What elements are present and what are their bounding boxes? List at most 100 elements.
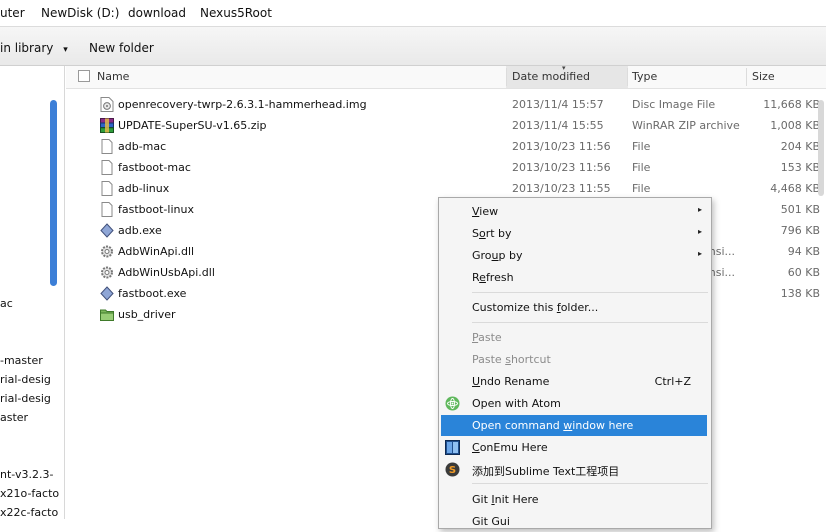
include-in-library-label: in library bbox=[0, 41, 54, 55]
file-name: openrecovery-twrp-2.6.3.1-hammerhead.img bbox=[118, 98, 367, 111]
breadcrumb-newdisk[interactable]: NewDisk (D:) bbox=[41, 6, 119, 20]
submenu-arrow-icon: ▸ bbox=[697, 227, 702, 236]
menu-item-customize-folder[interactable]: Customize this folder... bbox=[439, 297, 711, 318]
sort-indicator-icon: ▾ bbox=[562, 64, 566, 72]
menu-item-group-by[interactable]: Group by ▸ bbox=[439, 245, 711, 266]
menu-separator bbox=[472, 322, 708, 323]
nav-item[interactable]: nt-v3.2.3- bbox=[0, 468, 53, 481]
menu-item-label: Paste shortcut bbox=[472, 353, 551, 366]
menu-item-paste-shortcut[interactable]: Paste shortcut bbox=[439, 349, 711, 370]
dll-gear-icon bbox=[101, 245, 113, 258]
file-name: usb_driver bbox=[118, 308, 176, 321]
file-name: fastboot-mac bbox=[118, 161, 191, 174]
column-date-modified[interactable]: Date modified bbox=[512, 70, 590, 84]
new-folder-button[interactable]: New folder bbox=[89, 41, 154, 55]
file-type: File bbox=[632, 140, 651, 153]
file-name: AdbWinApi.dll bbox=[118, 245, 195, 258]
file-date: 2013/10/23 11:56 bbox=[512, 161, 611, 174]
select-all-checkbox[interactable] bbox=[78, 70, 90, 82]
menu-item-label: Customize this folder... bbox=[472, 301, 599, 314]
file-size: 11,668 KB bbox=[763, 98, 820, 111]
menu-item-label: Git Gui bbox=[472, 515, 510, 528]
nav-item[interactable]: ac bbox=[0, 297, 13, 310]
file-size: 138 KB bbox=[780, 287, 820, 300]
file-name: UPDATE-SuperSU-v1.65.zip bbox=[118, 119, 267, 132]
menu-item-open-command-window[interactable]: Open command window here bbox=[441, 415, 707, 436]
dll-gear-icon bbox=[101, 266, 113, 279]
nav-scrollbar-thumb[interactable] bbox=[50, 100, 57, 286]
nav-item[interactable]: rial-desig bbox=[0, 392, 51, 405]
file-type: File bbox=[632, 182, 651, 195]
file-icon bbox=[101, 181, 113, 196]
menu-item-refresh[interactable]: Refresh bbox=[439, 267, 711, 288]
menu-item-label: ConEmu Here bbox=[472, 441, 548, 454]
exe-icon bbox=[100, 286, 114, 301]
column-header-bar: Name Date modified ▾ Type Size bbox=[66, 64, 826, 89]
file-name: AdbWinUsbApi.dll bbox=[118, 266, 215, 279]
svg-text:S: S bbox=[449, 465, 456, 476]
nav-item[interactable]: rial-desig bbox=[0, 373, 51, 386]
file-name: adb.exe bbox=[118, 224, 162, 237]
breadcrumb: uter NewDisk (D:) download Nexus5Root bbox=[0, 0, 826, 27]
file-type: WinRAR ZIP archive bbox=[632, 119, 740, 132]
nav-item[interactable]: x21o-facto bbox=[0, 487, 59, 500]
exe-icon bbox=[100, 223, 114, 238]
menu-item-open-with-atom[interactable]: Open with Atom bbox=[439, 393, 711, 414]
menu-item-paste[interactable]: Paste bbox=[439, 327, 711, 348]
file-icon bbox=[101, 139, 113, 154]
column-separator[interactable] bbox=[627, 68, 628, 86]
column-separator[interactable] bbox=[506, 68, 507, 86]
breadcrumb-download[interactable]: download bbox=[128, 6, 186, 20]
file-date: 2013/11/4 15:57 bbox=[512, 98, 604, 111]
nav-item[interactable]: x22c-facto bbox=[0, 506, 58, 519]
file-row[interactable]: openrecovery-twrp-2.6.3.1-hammerhead.img… bbox=[66, 94, 826, 115]
menu-item-label: Git Init Here bbox=[472, 493, 539, 506]
menu-item-git-gui[interactable]: Git Gui bbox=[439, 511, 711, 532]
file-list-scrollbar-thumb[interactable] bbox=[818, 100, 824, 196]
include-in-library-button[interactable]: in library ▾ bbox=[0, 41, 68, 55]
file-row[interactable]: adb-linux 2013/10/23 11:55 File 4,468 KB bbox=[66, 178, 826, 199]
menu-item-add-to-sublime-project[interactable]: S 添加到Sublime Text工程项目 bbox=[439, 459, 711, 480]
nav-item[interactable]: -master bbox=[0, 354, 43, 367]
column-separator[interactable] bbox=[746, 68, 747, 86]
file-row[interactable]: adb-mac 2013/10/23 11:56 File 204 KB bbox=[66, 136, 826, 157]
file-row[interactable]: UPDATE-SuperSU-v1.65.zip 2013/11/4 15:55… bbox=[66, 115, 826, 136]
menu-item-label: Open command window here bbox=[472, 419, 634, 432]
file-date: 2013/10/23 11:55 bbox=[512, 182, 611, 195]
file-size: 153 KB bbox=[780, 161, 820, 174]
menu-item-label: View bbox=[472, 205, 499, 218]
menu-item-label: Paste bbox=[472, 331, 502, 344]
menu-item-label: Open with Atom bbox=[472, 397, 561, 410]
menu-item-view[interactable]: View ▸ bbox=[439, 201, 711, 222]
menu-item-undo-rename[interactable]: Undo Rename Ctrl+Z bbox=[439, 371, 711, 392]
breadcrumb-nexus5root[interactable]: Nexus5Root bbox=[200, 6, 272, 20]
file-name: fastboot.exe bbox=[118, 287, 187, 300]
menu-item-conemu-here[interactable]: ConEmu Here bbox=[439, 437, 711, 458]
menu-item-sort-by[interactable]: Sort by ▸ bbox=[439, 223, 711, 244]
file-size: 1,008 KB bbox=[770, 119, 820, 132]
file-size: 796 KB bbox=[780, 224, 820, 237]
nav-item[interactable]: aster bbox=[0, 411, 28, 424]
file-icon bbox=[101, 160, 113, 175]
winrar-archive-icon bbox=[100, 118, 114, 133]
menu-item-label: Group by bbox=[472, 249, 523, 262]
breadcrumb-computer[interactable]: uter bbox=[0, 6, 25, 20]
file-icon bbox=[101, 202, 113, 217]
submenu-arrow-icon: ▸ bbox=[697, 205, 702, 214]
menu-item-git-init-here[interactable]: Git Init Here bbox=[439, 489, 711, 510]
column-type[interactable]: Type bbox=[632, 70, 657, 84]
file-row[interactable]: fastboot-mac 2013/10/23 11:56 File 153 K… bbox=[66, 157, 826, 178]
menu-separator bbox=[472, 483, 708, 484]
toolbar: in library ▾ New folder bbox=[0, 27, 826, 66]
file-date: 2013/10/23 11:56 bbox=[512, 140, 611, 153]
submenu-arrow-icon: ▸ bbox=[697, 249, 702, 258]
file-date: 2013/11/4 15:55 bbox=[512, 119, 604, 132]
folder-icon bbox=[100, 309, 114, 321]
file-type: File bbox=[632, 161, 651, 174]
file-name: adb-linux bbox=[118, 182, 170, 195]
file-name: adb-mac bbox=[118, 140, 167, 153]
file-size: 204 KB bbox=[780, 140, 820, 153]
column-name[interactable]: Name bbox=[97, 70, 129, 84]
column-size[interactable]: Size bbox=[752, 70, 775, 84]
menu-separator bbox=[472, 292, 708, 293]
